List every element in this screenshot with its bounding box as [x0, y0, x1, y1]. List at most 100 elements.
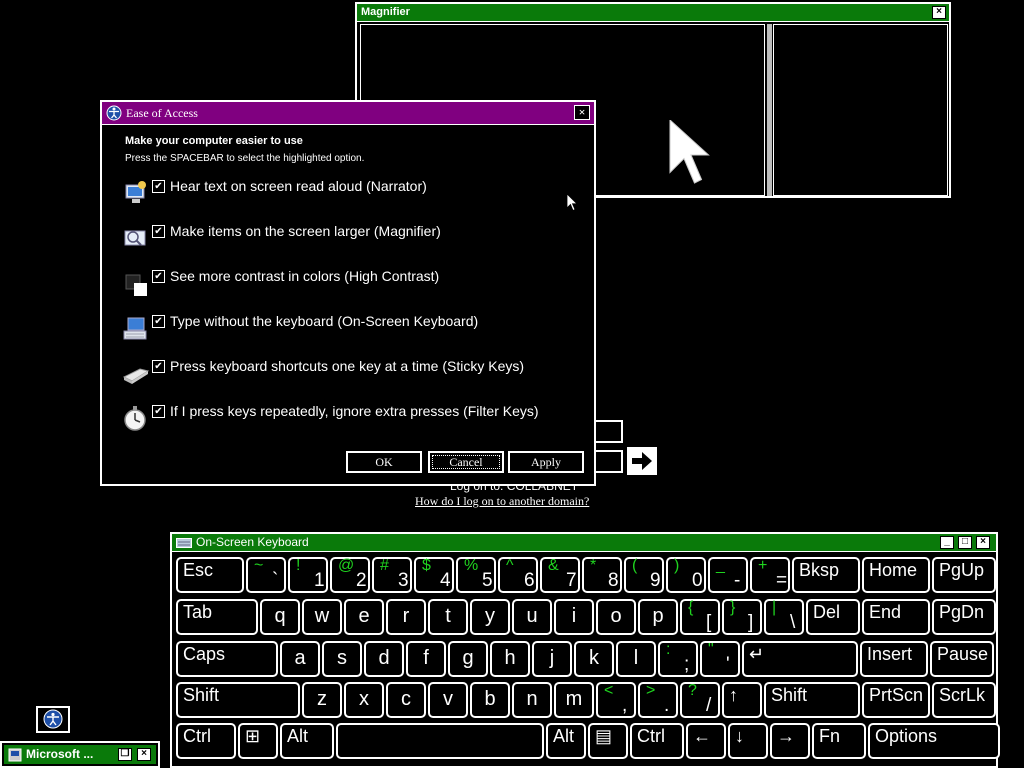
key-shift[interactable]: Shift [176, 682, 300, 718]
key-5[interactable]: % 5 [456, 557, 496, 593]
logon-arrow-button[interactable] [627, 447, 657, 475]
key-[interactable]: | \ [764, 599, 804, 635]
key-[interactable]: " ' [700, 641, 740, 677]
task-restore-button[interactable]: ❐ [118, 748, 132, 761]
ease-titlebar[interactable]: Ease of Access × [102, 102, 594, 125]
key-2[interactable]: @2 [330, 557, 370, 593]
option-magnifier[interactable]: ✔ Make items on the screen larger (Magni… [122, 223, 582, 254]
key-[interactable]: ↵ [742, 641, 858, 677]
key-[interactable]: ← [686, 723, 726, 759]
task-close-button[interactable]: × [137, 748, 151, 761]
key-[interactable]: → [770, 723, 810, 759]
key-j[interactable]: j [532, 641, 572, 677]
high-contrast-checkbox[interactable]: ✔ [152, 270, 165, 283]
key-bksp[interactable]: Bksp [792, 557, 860, 593]
key-1[interactable]: ! 1 [288, 557, 328, 593]
key-pause[interactable]: Pause [930, 641, 994, 677]
magnifier-checkbox[interactable]: ✔ [152, 225, 165, 238]
key-pgup[interactable]: PgUp [932, 557, 996, 593]
key-options[interactable]: Options [868, 723, 1000, 759]
key-[interactable]: >. [638, 682, 678, 718]
taskbar-ease-icon-button[interactable] [36, 706, 70, 733]
key-9[interactable]: (9 [624, 557, 664, 593]
key-m[interactable]: m [554, 682, 594, 718]
key-p[interactable]: p [638, 599, 678, 635]
narrator-checkbox[interactable]: ✔ [152, 180, 165, 193]
key-z[interactable]: z [302, 682, 342, 718]
key-[interactable]: {[ [680, 599, 720, 635]
key-[interactable]: + = [750, 557, 790, 593]
apply-button[interactable]: Apply [508, 451, 584, 473]
key-alt[interactable]: Alt [280, 723, 334, 759]
key-end[interactable]: End [862, 599, 930, 635]
key-f[interactable]: f [406, 641, 446, 677]
key-u[interactable]: u [512, 599, 552, 635]
option-filter-keys[interactable]: ✔ If I press keys repeatedly, ignore ext… [122, 403, 582, 434]
key-h[interactable]: h [490, 641, 530, 677]
key-[interactable]: ↓ [728, 723, 768, 759]
key-d[interactable]: d [364, 641, 404, 677]
magnifier-divider[interactable] [767, 24, 772, 196]
option-narrator[interactable]: ✔ Hear text on screen read aloud (Narrat… [122, 178, 582, 209]
osk-close-button[interactable]: × [976, 536, 990, 549]
key-r[interactable]: r [386, 599, 426, 635]
key-b[interactable]: b [470, 682, 510, 718]
key-8[interactable]: * 8 [582, 557, 622, 593]
option-on-screen-keyboard[interactable]: ✔ Type without the keyboard (On-Screen K… [122, 313, 582, 344]
key-esc[interactable]: Esc [176, 557, 244, 593]
key-s[interactable]: s [322, 641, 362, 677]
key-[interactable]: }] [722, 599, 762, 635]
taskbar-app-bar[interactable]: Microsoft ... ❐ × [4, 745, 156, 764]
key-tab[interactable]: Tab [176, 599, 258, 635]
ok-button[interactable]: OK [346, 451, 422, 473]
key-0[interactable]: ) 0 [666, 557, 706, 593]
key-scrlk[interactable]: ScrLk [932, 682, 996, 718]
osk-titlebar[interactable]: On-Screen Keyboard _ □ × [172, 534, 996, 552]
key-[interactable]: <, [596, 682, 636, 718]
ease-close-button[interactable]: × [574, 105, 590, 120]
key-[interactable]: ↑ [722, 682, 762, 718]
key-g[interactable]: g [448, 641, 488, 677]
key-y[interactable]: y [470, 599, 510, 635]
key-t[interactable]: t [428, 599, 468, 635]
option-sticky-keys[interactable]: ✔ Press keyboard shortcuts one key at a … [122, 358, 582, 389]
password-field[interactable] [592, 450, 623, 473]
key-q[interactable]: q [260, 599, 300, 635]
key-[interactable]: _ - [708, 557, 748, 593]
key-7[interactable]: & 7 [540, 557, 580, 593]
key-a[interactable]: a [280, 641, 320, 677]
key-home[interactable]: Home [862, 557, 930, 593]
magnifier-titlebar[interactable]: Magnifier × [357, 4, 949, 22]
key-[interactable]: ? / [680, 682, 720, 718]
key-i[interactable]: i [554, 599, 594, 635]
key-prtscn[interactable]: PrtScn [862, 682, 930, 718]
key-[interactable]: ⊞ [238, 723, 278, 759]
key-[interactable]: ▤ [588, 723, 628, 759]
key-alt[interactable]: Alt [546, 723, 586, 759]
key-l[interactable]: l [616, 641, 656, 677]
key-x[interactable]: x [344, 682, 384, 718]
key-caps[interactable]: Caps [176, 641, 278, 677]
key-n[interactable]: n [512, 682, 552, 718]
key-4[interactable]: $4 [414, 557, 454, 593]
key-[interactable]: :; [658, 641, 698, 677]
key-[interactable]: ~ ` [246, 557, 286, 593]
key-fn[interactable]: Fn [812, 723, 866, 759]
sticky-keys-checkbox[interactable]: ✔ [152, 360, 165, 373]
osk-checkbox[interactable]: ✔ [152, 315, 165, 328]
key-6[interactable]: ^ 6 [498, 557, 538, 593]
filter-keys-checkbox[interactable]: ✔ [152, 405, 165, 418]
key-space[interactable] [336, 723, 544, 759]
key-pgdn[interactable]: PgDn [932, 599, 996, 635]
key-ctrl[interactable]: Ctrl [630, 723, 684, 759]
key-o[interactable]: o [596, 599, 636, 635]
magnifier-close-button[interactable]: × [932, 6, 946, 19]
key-shift[interactable]: Shift [764, 682, 860, 718]
key-ctrl[interactable]: Ctrl [176, 723, 236, 759]
key-w[interactable]: w [302, 599, 342, 635]
taskbar-microsoft-window[interactable]: Microsoft ... ❐ × [0, 741, 160, 768]
osk-minimize-button[interactable]: _ [940, 536, 954, 549]
key-3[interactable]: #3 [372, 557, 412, 593]
username-field[interactable] [592, 420, 623, 443]
cancel-button[interactable]: Cancel [428, 451, 504, 473]
